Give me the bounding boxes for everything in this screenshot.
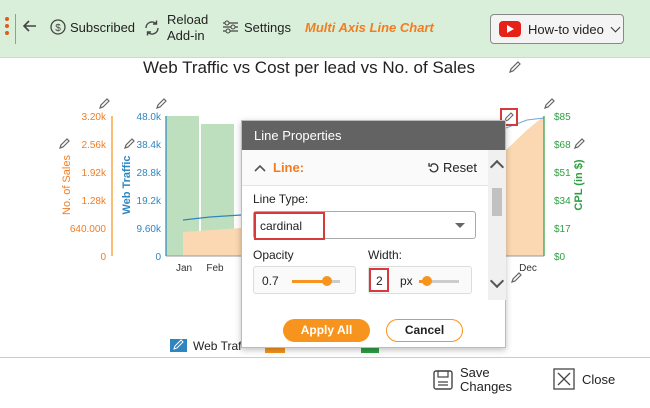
chart-type-name: Multi Axis Line Chart bbox=[305, 20, 434, 35]
cpl-tick: $34 bbox=[554, 196, 571, 207]
toolbar: $ Subscribed Reload Add-in Settings Mult… bbox=[0, 0, 650, 58]
reload-label-2: Add-in bbox=[167, 28, 205, 43]
cancel-button[interactable]: Cancel bbox=[386, 319, 463, 342]
subscribed-button[interactable]: $ Subscribed bbox=[50, 19, 135, 35]
cpl-tick: $85 bbox=[554, 112, 571, 123]
legend-label-traffic: Web Traf bbox=[193, 339, 242, 353]
sales-tick: 2.56k bbox=[82, 140, 107, 151]
edit-axis-pencil-icon[interactable] bbox=[124, 138, 135, 149]
sliders-icon bbox=[223, 20, 238, 34]
legend-swatch-traffic bbox=[170, 339, 187, 352]
edit-axis-pencil-icon[interactable] bbox=[156, 98, 167, 109]
sales-area bbox=[183, 228, 241, 256]
bottom-action-bar: Save Changes Close bbox=[0, 357, 650, 408]
settings-button[interactable]: Settings bbox=[222, 19, 291, 35]
reset-label: Reset bbox=[443, 160, 477, 175]
width-unit: px bbox=[400, 274, 413, 288]
sales-tick: 3.20k bbox=[82, 112, 107, 123]
apply-all-button[interactable]: Apply All bbox=[283, 319, 370, 342]
sales-axis-label: No. of Sales bbox=[61, 155, 73, 215]
save-icon bbox=[433, 370, 453, 390]
cpl-tick: $51 bbox=[554, 168, 571, 179]
more-options-icon[interactable] bbox=[4, 17, 10, 39]
close-icon bbox=[553, 368, 575, 390]
line-type-label: Line Type: bbox=[253, 192, 309, 206]
width-label: Width: bbox=[368, 248, 403, 262]
settings-label: Settings bbox=[244, 19, 291, 35]
dialog-scrollbar[interactable] bbox=[488, 150, 506, 300]
x-tick: Feb bbox=[206, 263, 224, 274]
scroll-down-icon[interactable] bbox=[489, 273, 505, 289]
chevron-up-icon bbox=[254, 164, 266, 172]
traffic-tick: 0 bbox=[155, 252, 161, 263]
selected-line-pencil-icon[interactable] bbox=[504, 112, 514, 122]
x-tick: Dec bbox=[519, 263, 537, 274]
dialog-title: Line Properties bbox=[242, 121, 505, 150]
edit-axis-pencil-icon[interactable] bbox=[574, 138, 585, 149]
dollar-icon: $ bbox=[50, 19, 66, 35]
edit-axis-pencil-icon[interactable] bbox=[544, 98, 555, 109]
dropdown-caret-icon bbox=[455, 223, 465, 228]
traffic-tick: 28.8k bbox=[137, 168, 162, 179]
line-type-select[interactable]: cardinal bbox=[253, 211, 476, 240]
line-section-title: Line: bbox=[273, 160, 305, 175]
save-label-1: Save bbox=[460, 365, 490, 380]
width-slider-handle[interactable] bbox=[422, 276, 432, 286]
sales-tick: 0 bbox=[100, 252, 106, 263]
traffic-tick: 19.2k bbox=[137, 196, 162, 207]
reset-button[interactable]: Reset bbox=[428, 160, 477, 175]
reload-addin-button[interactable]: Reload Add-in bbox=[143, 12, 208, 44]
opacity-slider-handle[interactable] bbox=[322, 276, 332, 286]
save-changes-button[interactable]: Save Changes bbox=[432, 366, 512, 394]
howto-label: How-to video bbox=[528, 21, 604, 37]
close-button[interactable]: Close bbox=[553, 368, 615, 390]
width-input[interactable]: 2 bbox=[369, 268, 389, 292]
chevron-down-icon bbox=[610, 22, 621, 32]
back-button[interactable] bbox=[22, 18, 38, 34]
opacity-label: Opacity bbox=[253, 248, 294, 262]
cpl-axis-label: CPL (in $) bbox=[573, 159, 585, 210]
scroll-thumb[interactable] bbox=[492, 188, 502, 216]
sales-tick: 1.28k bbox=[82, 196, 107, 207]
sales-tick: 640.000 bbox=[70, 224, 107, 235]
svg-text:$: $ bbox=[55, 23, 61, 34]
reload-label-1: Reload bbox=[167, 12, 209, 27]
traffic-axis-label: Web Traffic bbox=[121, 155, 133, 214]
back-arrow-icon bbox=[22, 20, 36, 32]
close-label: Close bbox=[582, 371, 616, 387]
edit-axis-pencil-icon[interactable] bbox=[59, 138, 70, 149]
scroll-up-icon[interactable] bbox=[489, 159, 505, 175]
traffic-tick: 9.60k bbox=[137, 224, 162, 235]
howto-video-dropdown[interactable]: How-to video bbox=[490, 14, 624, 44]
opacity-value: 0.7 bbox=[262, 274, 279, 288]
reload-icon bbox=[145, 20, 159, 36]
reset-icon bbox=[428, 162, 439, 172]
edit-axis-pencil-icon[interactable] bbox=[99, 98, 110, 109]
traffic-tick: 38.4k bbox=[137, 140, 162, 151]
x-tick: Jan bbox=[176, 263, 192, 274]
toolbar-divider bbox=[15, 14, 16, 44]
width-control: 2 px bbox=[368, 266, 472, 294]
edit-series-pencil-icon[interactable] bbox=[511, 272, 522, 283]
cpl-tick: $68 bbox=[554, 140, 571, 151]
cpl-tick: $17 bbox=[554, 224, 571, 235]
sales-tick: 1.92k bbox=[82, 168, 107, 179]
width-value: 2 bbox=[376, 274, 383, 288]
sales-area bbox=[506, 116, 544, 256]
opacity-control: 0.7 bbox=[253, 266, 356, 294]
cpl-tick: $0 bbox=[554, 252, 566, 263]
line-section-header[interactable]: Line: Reset bbox=[242, 150, 488, 186]
save-label-2: Changes bbox=[460, 379, 513, 394]
subscribed-label: Subscribed bbox=[70, 19, 136, 35]
traffic-tick: 48.0k bbox=[137, 112, 162, 123]
opacity-slider-fill bbox=[292, 280, 326, 283]
youtube-icon bbox=[499, 21, 521, 37]
line-type-value: cardinal bbox=[254, 212, 325, 240]
line-properties-dialog: Line Properties Line: Reset Line Type: c… bbox=[241, 120, 506, 348]
